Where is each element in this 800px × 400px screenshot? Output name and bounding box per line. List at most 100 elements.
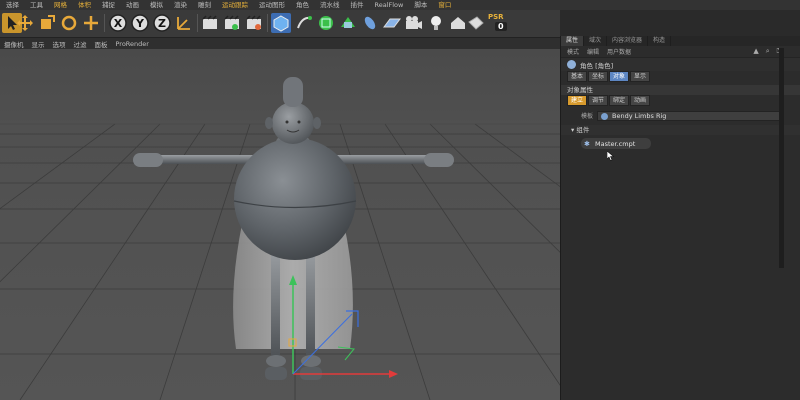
component-label: Master.cmpt	[595, 139, 636, 148]
tab-structure[interactable]: 构造	[648, 36, 672, 46]
y-axis-lock-button[interactable]: Y	[130, 13, 150, 33]
render-settings-icon[interactable]	[244, 13, 264, 33]
mouse-cursor-icon	[607, 151, 615, 161]
menu-render[interactable]: 渲染	[174, 0, 187, 10]
array-icon[interactable]	[338, 13, 358, 33]
menu-motion-tracking[interactable]: 运动跟踪	[222, 0, 248, 10]
viewport-menu-panel[interactable]: 面板	[95, 39, 108, 49]
menu-window[interactable]: 窗口	[438, 0, 451, 10]
build-tab-animate[interactable]: 动画	[630, 95, 651, 106]
tag-icon[interactable]	[466, 13, 486, 33]
menu-character[interactable]: 角色	[296, 0, 309, 10]
build-tabs: 建立 调节 绑定 动画	[561, 95, 800, 106]
build-tab-build[interactable]: 建立	[567, 95, 588, 106]
psr-indicator[interactable]: PSR 0	[486, 13, 512, 35]
object-title-row: 角色 [角色]	[561, 57, 800, 71]
scale-tool-icon[interactable]	[37, 13, 57, 33]
pen-spline-icon[interactable]	[294, 13, 314, 33]
menu-script[interactable]: 脚本	[414, 0, 427, 10]
viewport-menu-camera[interactable]: 摄像机	[4, 39, 24, 49]
render-view-icon[interactable]	[200, 13, 220, 33]
subdivision-surface-icon[interactable]	[316, 13, 336, 33]
template-icon	[601, 112, 608, 120]
deformer-icon[interactable]	[360, 13, 380, 33]
body-sphere[interactable]	[234, 138, 356, 260]
template-label: 模板	[580, 113, 593, 120]
render-picture-viewer-icon[interactable]	[222, 13, 242, 33]
tab-content-browser[interactable]: 内容浏览器	[607, 36, 649, 46]
subtab-display[interactable]: 显示	[630, 71, 651, 82]
tab-attributes[interactable]: 属性	[561, 36, 585, 46]
menu-simulate[interactable]: 模拟	[150, 0, 163, 10]
template-dropdown[interactable]: Bendy Limbs Rig	[597, 110, 780, 121]
subtab-basic[interactable]: 基本	[567, 71, 588, 82]
viewport-menu-options[interactable]: 选项	[53, 39, 66, 49]
object-title: 角色 [角色]	[580, 61, 614, 70]
left-hand[interactable]	[133, 153, 163, 167]
head[interactable]	[272, 102, 314, 144]
transform-tool-icon[interactable]	[81, 13, 101, 33]
section-object-properties: 对象属性	[561, 85, 800, 95]
attribute-manager: 属性 域次 内容浏览器 构造 模式 编辑 用户数据 ▲ ⌕ ⚿ 角色 [角色] …	[560, 36, 800, 400]
property-tabs: 基本 坐标 对象 显示	[561, 71, 800, 82]
viewport-menu: 摄像机 显示 选项 过滤 面板 ProRender	[0, 38, 560, 49]
mode-menu-userdata[interactable]: 用户数据	[607, 47, 631, 56]
menu-pipeline[interactable]: 流水线	[320, 0, 340, 10]
character-object-icon	[567, 60, 576, 69]
panel-icons: ▲ ⌕ ⚿	[753, 47, 800, 56]
menu-sculpt[interactable]: 雕刻	[198, 0, 211, 10]
build-tab-adjust[interactable]: 调节	[588, 95, 609, 106]
scene-icon[interactable]	[448, 13, 468, 33]
viewport-scene	[0, 77, 560, 400]
menu-tools[interactable]: 工具	[30, 0, 43, 10]
coordinate-system-icon[interactable]	[174, 13, 194, 33]
right-leg[interactable]	[306, 249, 315, 359]
x-axis-lock-button[interactable]: X	[108, 13, 128, 33]
z-axis-lock-button[interactable]: Z	[152, 13, 172, 33]
template-value: Bendy Limbs Rig	[612, 111, 667, 120]
rotate-tool-icon[interactable]	[59, 13, 79, 33]
build-tab-bind[interactable]: 绑定	[609, 95, 630, 106]
search-icon[interactable]: ⌕	[766, 47, 770, 56]
menu-bar: 选择 工具 网格 体积 捕捉 动画 模拟 渲染 雕刻 运动跟踪 运动图形 角色 …	[0, 0, 800, 10]
subtab-coordinates[interactable]: 坐标	[588, 71, 609, 82]
mode-row: 模式 编辑 用户数据 ▲ ⌕ ⚿	[561, 46, 800, 57]
psr-label: PSR	[488, 13, 504, 21]
tab-layers[interactable]: 域次	[584, 36, 608, 46]
main-toolbar: X Y Z PSR 0	[0, 10, 560, 38]
head-crest[interactable]	[283, 77, 303, 107]
right-hand[interactable]	[424, 153, 454, 167]
z-axis-label: Z	[158, 17, 166, 30]
component-master[interactable]: ✱ Master.cmpt	[581, 138, 651, 149]
menu-select[interactable]: 选择	[6, 0, 19, 10]
menu-animate[interactable]: 动画	[126, 0, 139, 10]
menu-volume[interactable]: 体积	[78, 0, 91, 10]
floor-icon[interactable]	[382, 13, 402, 33]
up-arrow-icon[interactable]: ▲	[753, 47, 758, 56]
mode-menu-edit[interactable]: 编辑	[587, 47, 599, 56]
menu-snap[interactable]: 捕捉	[102, 0, 115, 10]
3d-viewport[interactable]	[0, 49, 560, 400]
x-axis-label: X	[114, 17, 123, 30]
menu-realflow[interactable]: RealFlow	[375, 0, 404, 10]
components-group[interactable]: ▾ 组件	[561, 125, 800, 135]
component-icon: ✱	[584, 139, 590, 148]
cube-object-icon[interactable]	[271, 13, 291, 33]
panel-tabs: 属性 域次 内容浏览器 构造	[561, 36, 800, 46]
viewport-menu-filter[interactable]: 过滤	[74, 39, 87, 49]
left-foot[interactable]	[265, 367, 287, 380]
light-icon[interactable]	[426, 13, 446, 33]
viewport-menu-prorender[interactable]: ProRender	[116, 40, 149, 48]
menu-plugins[interactable]: 插件	[351, 0, 364, 10]
subtab-object[interactable]: 对象	[609, 71, 630, 82]
panel-scrollbar[interactable]	[779, 48, 784, 268]
viewport-menu-display[interactable]: 显示	[32, 39, 45, 49]
move-tool-icon[interactable]	[15, 13, 35, 33]
left-leg[interactable]	[271, 249, 280, 359]
mode-menu-mode[interactable]: 模式	[567, 47, 579, 56]
camera-icon[interactable]	[404, 13, 424, 33]
psr-value: 0	[495, 22, 507, 31]
menu-mesh[interactable]: 网格	[54, 0, 67, 10]
y-axis-label: Y	[135, 17, 145, 30]
menu-mograph[interactable]: 运动图形	[259, 0, 285, 10]
